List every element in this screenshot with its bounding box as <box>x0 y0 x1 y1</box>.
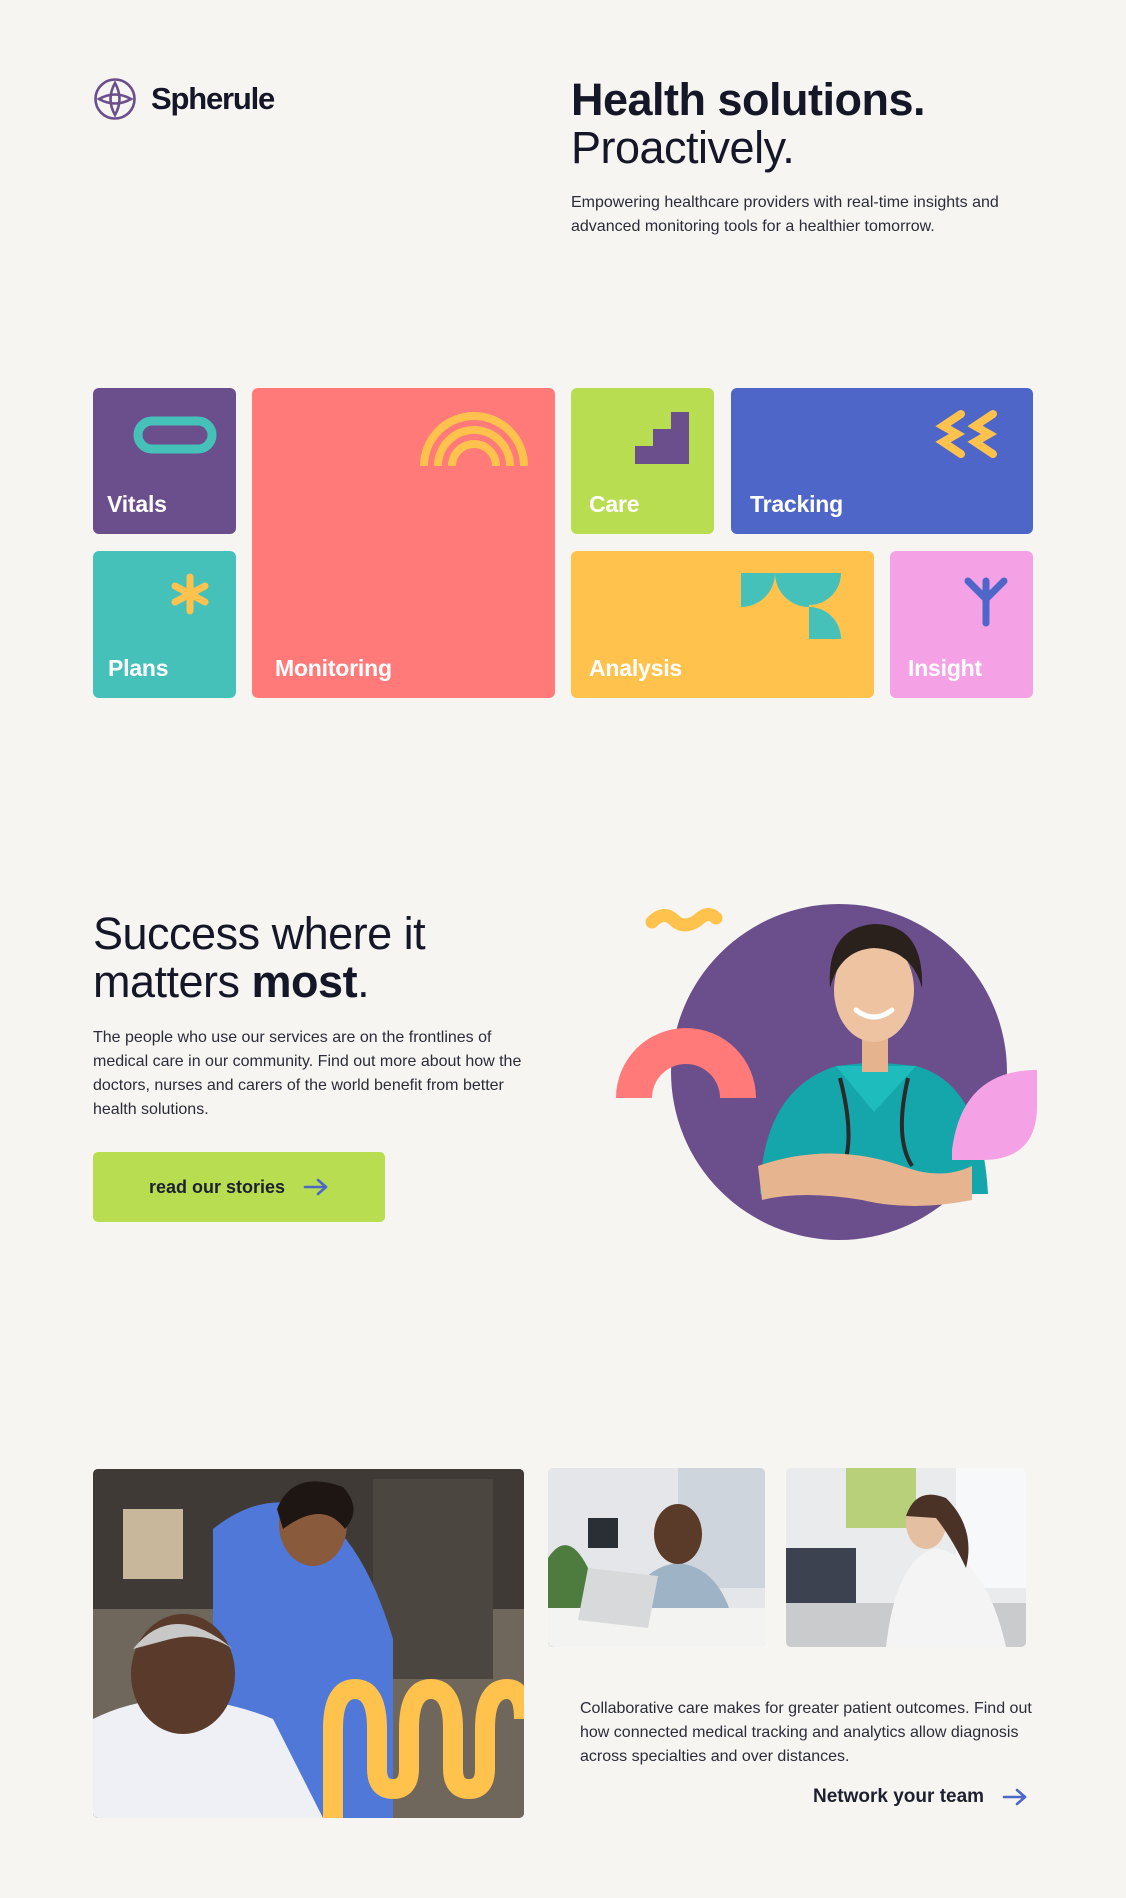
tile-label: Tracking <box>750 491 843 517</box>
nurse-patient-photo <box>93 1469 524 1818</box>
arrow-right-icon <box>303 1178 328 1196</box>
success-title-end: . <box>357 956 370 1007</box>
collaborate-body: Collaborative care makes for greater pat… <box>580 1700 1032 1765</box>
signal-arcs-icon <box>420 412 528 467</box>
tile-label: Vitals <box>107 491 167 517</box>
yellow-squiggle-shape <box>645 908 723 932</box>
tile-label: Monitoring <box>275 655 392 681</box>
tile-tracking[interactable]: Tracking <box>731 388 1033 534</box>
doctor-video-call-photo <box>548 1468 765 1647</box>
tile-label: Analysis <box>589 655 683 681</box>
success-body: The people who use our services are on t… <box>93 1029 522 1118</box>
success-title: Success where it matters most. <box>93 910 493 1006</box>
pill-icon <box>133 416 217 454</box>
tile-care[interactable]: Care <box>571 388 714 534</box>
tile-analysis[interactable]: Analysis <box>571 551 874 698</box>
leaf-shapes-icon <box>741 573 841 639</box>
tile-insight[interactable]: Insight <box>890 551 1033 698</box>
network-team-label: Network your team <box>813 1786 985 1807</box>
stairs-icon <box>635 412 689 464</box>
nurse-illustration <box>616 904 1037 1240</box>
tile-plans[interactable]: Plans <box>93 551 236 698</box>
hero-title-regular: Proactively. <box>571 122 795 173</box>
network-team-link[interactable]: Network your team <box>813 1786 1028 1808</box>
tile-label: Plans <box>108 655 169 681</box>
sphere-logo-icon <box>94 78 136 120</box>
brand-logo[interactable]: Spherule <box>93 77 275 121</box>
squiggle-icon <box>935 410 998 458</box>
success-title-bold: most <box>251 956 358 1007</box>
hero-title: Health solutions. Proactively. <box>571 74 926 173</box>
tile-label: Care <box>589 491 640 517</box>
tile-monitoring[interactable]: Monitoring <box>252 388 555 698</box>
tile-label: Insight <box>908 655 982 681</box>
tile-vitals[interactable]: Vitals <box>93 388 236 534</box>
read-stories-label: read our stories <box>148 1176 286 1197</box>
doctor-desk-photo <box>786 1468 1026 1647</box>
arrow-right-icon <box>1002 1788 1027 1806</box>
y-branch-icon <box>964 577 1008 627</box>
hero-subtitle: Empowering healthcare providers with rea… <box>571 194 999 235</box>
hero-title-bold: Health solutions. <box>571 74 926 125</box>
asterisk-icon <box>171 573 209 615</box>
brand-name: Spherule <box>151 81 275 116</box>
read-stories-button[interactable]: read our stories <box>93 1152 385 1222</box>
